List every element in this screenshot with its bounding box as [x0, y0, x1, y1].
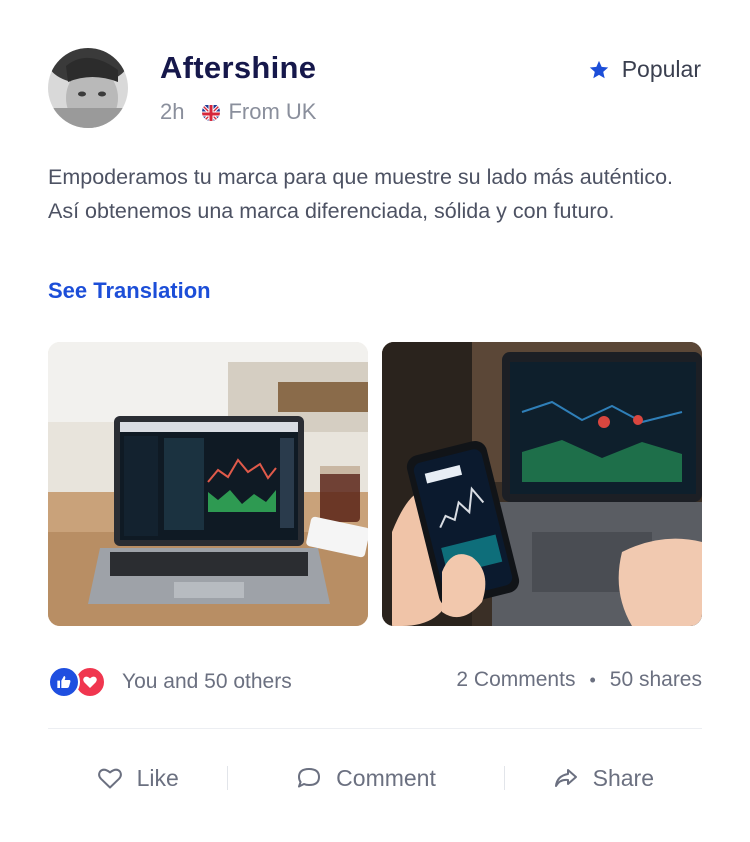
popular-badge: Popular [588, 56, 701, 83]
shares-count[interactable]: 50 shares [610, 668, 702, 692]
author-name[interactable]: Aftershine [160, 50, 316, 86]
divider [48, 728, 702, 729]
reaction-summary[interactable]: You and 50 others [48, 666, 292, 698]
post-actions: Like Comment Share [48, 752, 702, 804]
stats-separator: • [589, 669, 596, 690]
share-label: Share [592, 764, 654, 791]
post-image-laptop[interactable] [48, 342, 368, 626]
comment-label: Comment [336, 764, 436, 791]
star-icon [589, 60, 608, 78]
popular-label: Popular [621, 56, 701, 82]
speech-bubble-icon [298, 768, 321, 788]
avatar[interactable] [48, 48, 128, 128]
see-translation-link[interactable]: See Translation [48, 278, 211, 304]
uk-flag-icon [202, 103, 221, 121]
post-stats: 2 Comments • 50 shares [456, 668, 702, 692]
post-image-phone[interactable] [382, 342, 702, 626]
like-label: Like [136, 764, 179, 791]
post-origin: From UK [228, 99, 317, 124]
reactions-count: You and 50 others [122, 670, 292, 693]
share-arrow-icon [554, 769, 577, 787]
comment-button[interactable]: Comment [228, 752, 503, 804]
like-reaction-icon [48, 666, 80, 698]
post-time: 2h [160, 99, 185, 124]
post-text: Empoderamos tu marca para que muestre su… [48, 165, 674, 223]
comments-count[interactable]: 2 Comments [456, 668, 575, 692]
share-button[interactable]: Share [505, 752, 702, 804]
heart-outline-icon [97, 768, 122, 789]
post-meta: 2h From UK [160, 98, 316, 126]
like-button[interactable]: Like [48, 752, 227, 804]
